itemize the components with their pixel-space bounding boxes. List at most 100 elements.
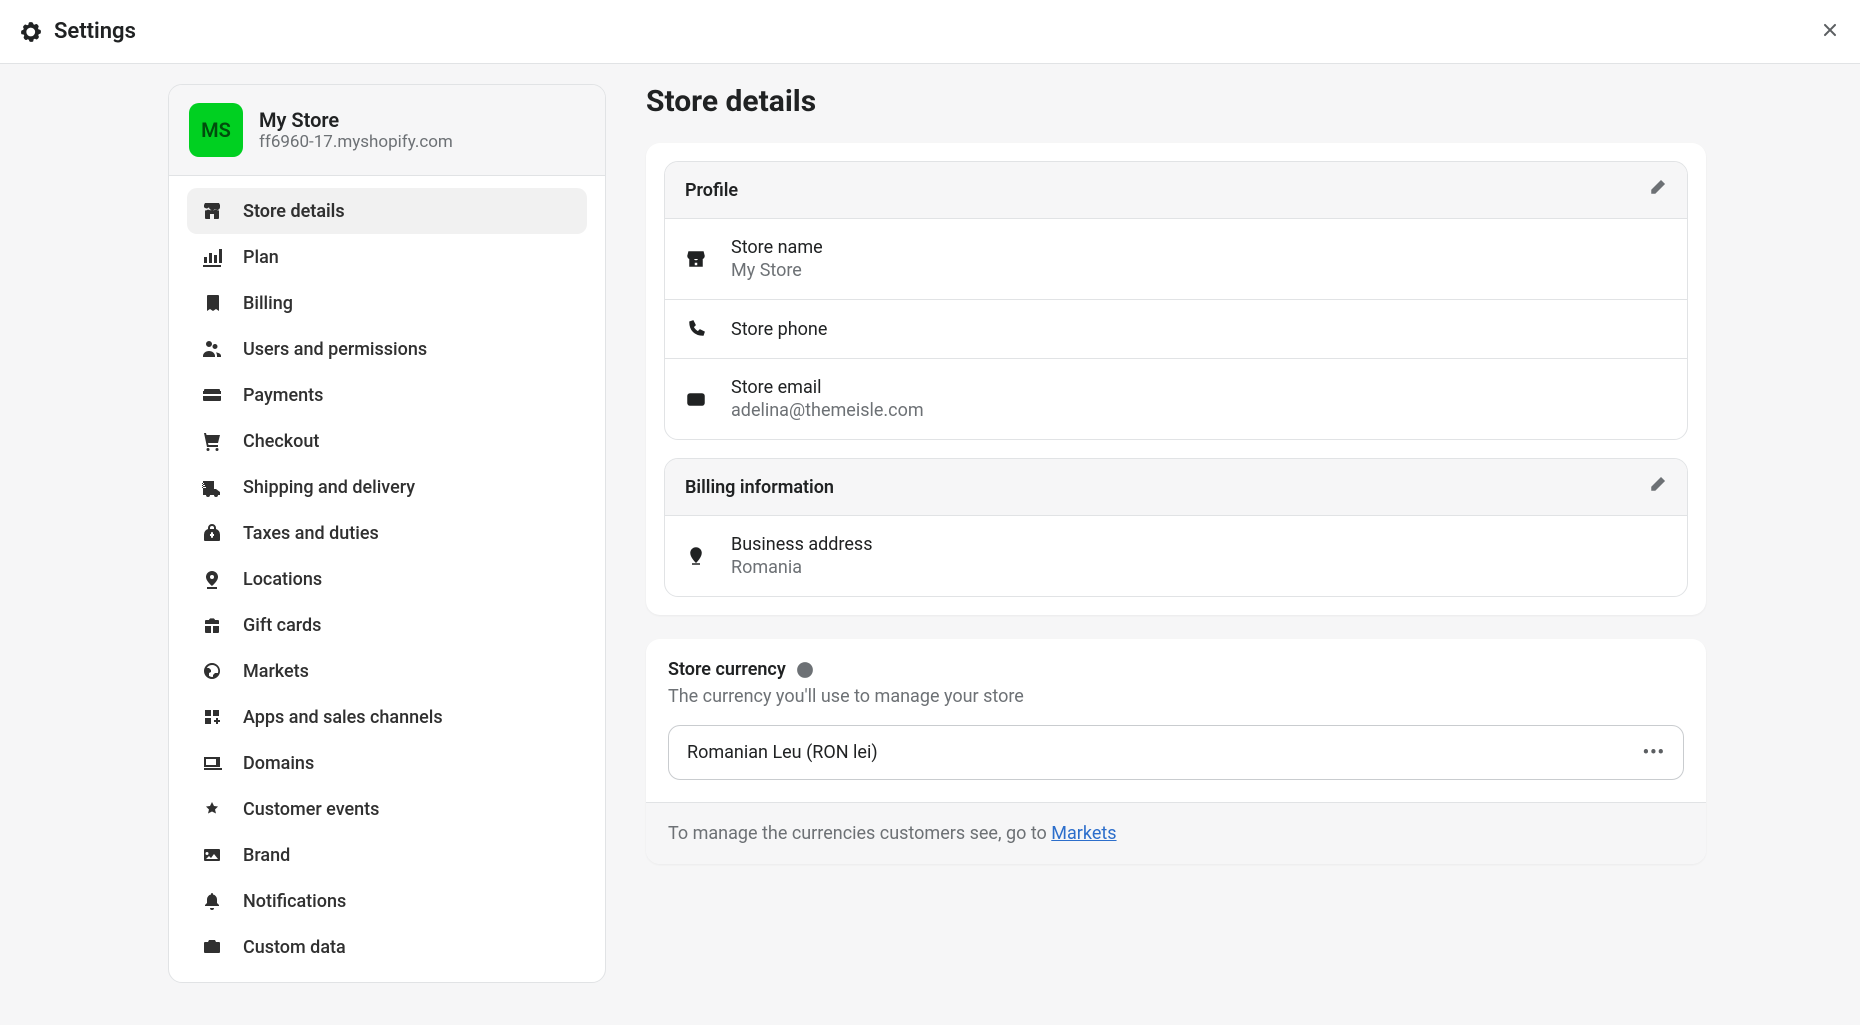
nav-brand[interactable]: Brand <box>187 832 587 878</box>
row-content: Business address Romania <box>731 534 873 578</box>
currency-selector[interactable]: Romanian Leu (RON lei) ••• <box>668 725 1684 780</box>
email-icon <box>685 388 707 410</box>
phone-icon <box>685 318 707 340</box>
nav-customer-events[interactable]: Customer events <box>187 786 587 832</box>
nav-label: Store details <box>243 201 345 222</box>
header-left: Settings <box>20 19 136 44</box>
checkout-icon <box>201 430 223 452</box>
currency-footer: To manage the currencies customers see, … <box>646 802 1706 864</box>
currency-selected: Romanian Leu (RON lei) <box>687 742 878 763</box>
row-content: Store phone <box>731 319 827 340</box>
store-name: My Store <box>259 108 453 132</box>
currency-title: Store currency <box>668 659 786 680</box>
locations-icon <box>201 568 223 590</box>
store-name-label: Store name <box>731 237 823 258</box>
nav-label: Notifications <box>243 891 346 912</box>
currency-card: Store currency The currency you'll use t… <box>646 639 1706 864</box>
store-email-value: adelina@themeisle.com <box>731 400 924 421</box>
nav-payments[interactable]: Payments <box>187 372 587 418</box>
markets-link[interactable]: Markets <box>1051 823 1116 844</box>
nav-label: Gift cards <box>243 615 321 636</box>
edit-billing-button[interactable] <box>1647 475 1667 499</box>
nav-label: Custom data <box>243 937 346 958</box>
profile-section: Profile Store name My Store Store phon <box>664 161 1688 440</box>
store-email-label: Store email <box>731 377 924 398</box>
customdata-icon <box>201 936 223 958</box>
page-header-title: Settings <box>54 19 136 44</box>
currency-footer-text: To manage the currencies customers see, … <box>668 823 1051 844</box>
nav-label: Locations <box>243 569 322 590</box>
address-value: Romania <box>731 557 873 578</box>
nav-markets[interactable]: Markets <box>187 648 587 694</box>
nav-domains[interactable]: Domains <box>187 740 587 786</box>
billing-icon <box>201 292 223 314</box>
store-phone-label: Store phone <box>731 319 827 340</box>
nav-shipping[interactable]: Shipping and delivery <box>187 464 587 510</box>
nav-label: Domains <box>243 753 314 774</box>
nav-plan[interactable]: Plan <box>187 234 587 280</box>
shipping-icon <box>201 476 223 498</box>
store-icon <box>201 200 223 222</box>
billing-section: Billing information Business address Rom… <box>664 458 1688 597</box>
row-content: Store email adelina@themeisle.com <box>731 377 924 421</box>
giftcards-icon <box>201 614 223 636</box>
address-label: Business address <box>731 534 873 555</box>
close-button[interactable] <box>1820 20 1840 44</box>
nav-billing[interactable]: Billing <box>187 280 587 326</box>
store-info: My Store ff6960-17.myshopify.com <box>259 108 453 152</box>
business-address-row: Business address Romania <box>665 516 1687 596</box>
edit-profile-button[interactable] <box>1647 178 1667 202</box>
more-menu-button[interactable]: ••• <box>1643 742 1665 763</box>
nav-store-details[interactable]: Store details <box>187 188 587 234</box>
billing-title: Billing information <box>685 477 834 498</box>
nav-custom-data[interactable]: Custom data <box>187 924 587 970</box>
store-name-value: My Store <box>731 260 823 281</box>
apps-icon <box>201 706 223 728</box>
nav-notifications[interactable]: Notifications <box>187 878 587 924</box>
nav-label: Payments <box>243 385 323 406</box>
events-icon <box>201 798 223 820</box>
main-content: Store details Profile Store name My Stor… <box>646 84 1706 983</box>
info-icon[interactable] <box>796 661 814 679</box>
payments-icon <box>201 384 223 406</box>
nav-giftcards[interactable]: Gift cards <box>187 602 587 648</box>
users-icon <box>201 338 223 360</box>
pin-icon <box>685 545 707 567</box>
nav-taxes[interactable]: Taxes and duties <box>187 510 587 556</box>
store-avatar: MS <box>189 103 243 157</box>
sidebar: MS My Store ff6960-17.myshopify.com Stor… <box>168 84 606 983</box>
nav-label: Shipping and delivery <box>243 477 415 498</box>
store-email-row: Store email adelina@themeisle.com <box>665 359 1687 439</box>
domains-icon <box>201 752 223 774</box>
profile-title: Profile <box>685 180 738 201</box>
brand-icon <box>201 844 223 866</box>
settings-header: Settings <box>0 0 1860 64</box>
nav-label: Brand <box>243 845 290 866</box>
nav-locations[interactable]: Locations <box>187 556 587 602</box>
sidebar-store-header: MS My Store ff6960-17.myshopify.com <box>169 85 605 176</box>
gear-icon <box>20 21 42 43</box>
profile-billing-card: Profile Store name My Store Store phon <box>646 143 1706 615</box>
nav-label: Users and permissions <box>243 339 427 360</box>
profile-header: Profile <box>665 162 1687 219</box>
currency-title-row: Store currency <box>668 659 1684 680</box>
store-icon <box>685 248 707 270</box>
store-name-row: Store name My Store <box>665 219 1687 300</box>
nav-label: Plan <box>243 247 279 268</box>
notifications-icon <box>201 890 223 912</box>
nav-apps[interactable]: Apps and sales channels <box>187 694 587 740</box>
nav-label: Billing <box>243 293 293 314</box>
nav-users[interactable]: Users and permissions <box>187 326 587 372</box>
nav-label: Taxes and duties <box>243 523 379 544</box>
nav-label: Markets <box>243 661 309 682</box>
page-title: Store details <box>646 84 1706 119</box>
nav-label: Checkout <box>243 431 319 452</box>
store-url: ff6960-17.myshopify.com <box>259 132 453 152</box>
markets-icon <box>201 660 223 682</box>
nav-checkout[interactable]: Checkout <box>187 418 587 464</box>
nav-list: Store details Plan Billing Users and per… <box>169 176 605 982</box>
main-container: MS My Store ff6960-17.myshopify.com Stor… <box>0 64 1860 983</box>
billing-header: Billing information <box>665 459 1687 516</box>
nav-label: Apps and sales channels <box>243 707 443 728</box>
plan-icon <box>201 246 223 268</box>
